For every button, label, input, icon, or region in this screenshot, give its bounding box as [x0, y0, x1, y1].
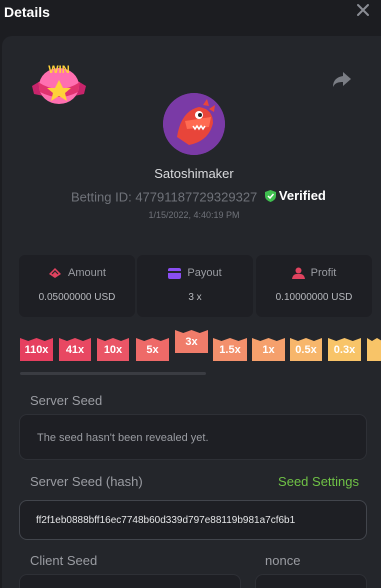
shield-check-icon: [264, 189, 276, 202]
share-icon[interactable]: [332, 70, 352, 88]
betting-id-row: Betting ID: 47791187729329327 Verified: [71, 188, 326, 205]
multiplier-1x: 1x: [252, 338, 285, 361]
cash-icon: [49, 268, 62, 278]
multiplier-row: 110x 41x 10x 5x 3x 1.5x 1x 0.5x 0.3x: [20, 328, 381, 376]
card-icon: [168, 267, 182, 279]
stat-profit: Profit 0.10000000 USD: [256, 255, 372, 317]
stat-amount-label: Amount: [68, 267, 106, 279]
username: Satoshimaker: [154, 166, 234, 181]
server-seed-hash-label: Server Seed (hash): [30, 474, 143, 489]
stat-profit-label: Profit: [310, 267, 337, 279]
seed-settings-link[interactable]: Seed Settings: [278, 474, 359, 489]
multiplier-0.3x: 0.3x: [328, 338, 361, 361]
stat-payout: Payout 3 x: [137, 255, 253, 317]
stat-payout-label: Payout: [187, 267, 222, 279]
close-icon[interactable]: [356, 3, 370, 17]
verified-badge: Verified: [264, 188, 326, 203]
betting-id-value: 47791187729329327: [135, 189, 258, 205]
stat-payout-value: 3 x: [188, 292, 202, 303]
stat-profit-value: 0.10000000 USD: [275, 292, 353, 303]
multiplier-110x: 110x: [20, 338, 53, 361]
dragon-avatar-icon: [163, 93, 225, 155]
modal-header: Details: [0, 0, 381, 36]
client-seed-label: Client Seed: [30, 553, 98, 568]
nonce-field[interactable]: [255, 574, 367, 588]
multiplier-3x-selected: 3x: [175, 330, 208, 353]
server-seed-hash-field[interactable]: ff2f1eb0888bff16ec7748b60d339d797e88119b…: [19, 500, 367, 540]
stat-amount-value: 0.05000000 USD: [38, 292, 116, 303]
multiplier-10x: 10x: [97, 338, 129, 361]
multiplier-0.5x: 0.5x: [290, 338, 322, 361]
client-seed-field[interactable]: [19, 574, 241, 588]
stat-amount: Amount 0.05000000 USD: [19, 255, 135, 317]
server-seed-message: The seed hasn't been revealed yet.: [37, 432, 209, 444]
profit-icon: [291, 267, 305, 279]
multiplier-5x: 5x: [136, 338, 169, 361]
nonce-label: nonce: [265, 553, 301, 568]
badge-text: WIN: [48, 64, 69, 76]
multiplier-overflow: [367, 338, 381, 361]
multiplier-1.5x: 1.5x: [213, 338, 247, 361]
modal-title: Details: [4, 4, 50, 20]
verified-label: Verified: [278, 188, 326, 203]
avatar: [163, 93, 225, 155]
server-seed-box: The seed hasn't been revealed yet.: [19, 414, 367, 460]
multiplier-scrollbar[interactable]: [20, 372, 206, 375]
multiplier-41x: 41x: [59, 338, 91, 361]
server-seed-label: Server Seed: [30, 393, 103, 408]
betting-id-label: Betting ID:: [71, 189, 132, 205]
bet-timestamp: 1/15/2022, 4:40:19 PM: [148, 210, 240, 220]
win-badge-icon: WIN: [32, 64, 86, 104]
